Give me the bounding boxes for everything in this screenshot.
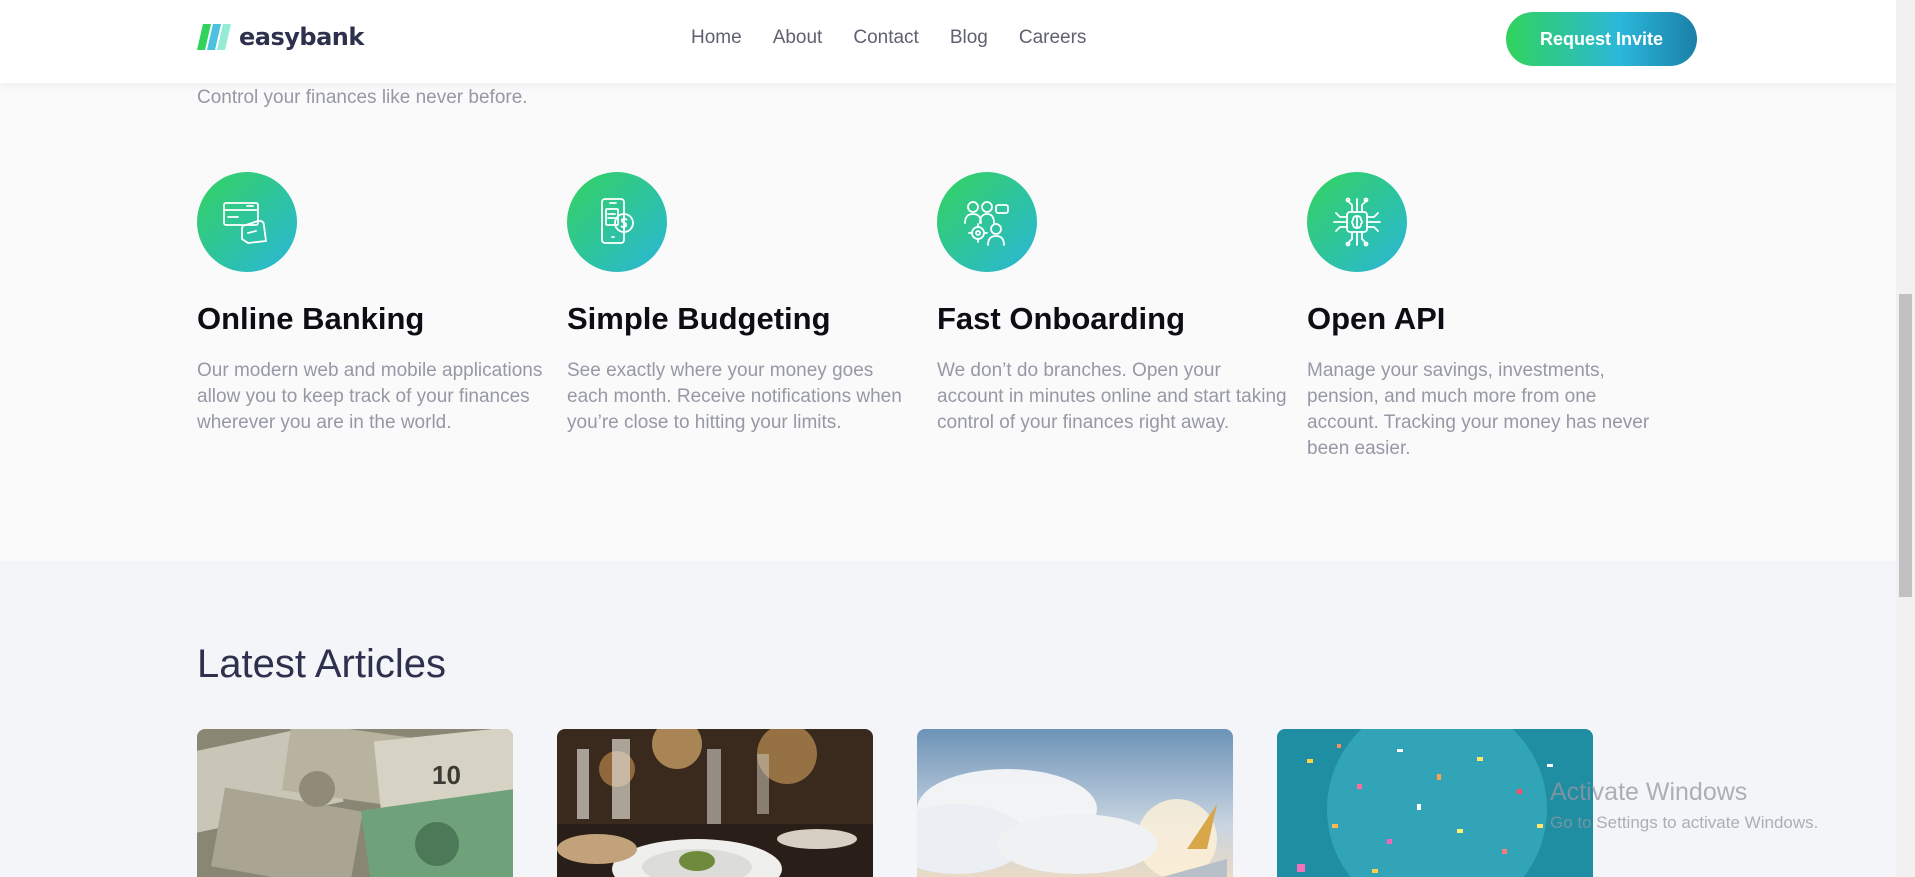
feature-title: Simple Budgeting [567,301,831,336]
page-viewport: easybank Home About Contact Blog Careers… [0,0,1896,877]
main-nav: Home About Contact Blog Careers [691,27,1117,49]
people-gear-icon [937,172,1037,272]
feature-online-banking: Online Banking Our modern web and mobile… [197,172,547,436]
feature-description: Manage your savings, investments, pensio… [1307,360,1650,459]
airplane-clouds-image [917,729,1233,877]
nav-contact[interactable]: Contact [853,27,918,49]
restaurant-dinner-image [557,729,873,877]
vertical-scrollbar[interactable] [1896,0,1915,877]
watermark-title: Activate Windows [1550,778,1748,806]
circuit-chip-icon [1307,172,1407,272]
nav-about[interactable]: About [773,27,823,49]
article-card[interactable]: 10 [197,729,513,877]
currency-notes-image: 10 [197,729,513,877]
watermark-subtitle: Go to Settings to activate Windows. [1550,813,1819,832]
easybank-logo[interactable]: easybank [197,23,364,51]
phone-dollar-icon [567,172,667,272]
request-invite-button[interactable]: Request Invite [1506,12,1697,66]
feature-simple-budgeting: Simple Budgeting See exactly where your … [567,172,917,436]
feature-title: Open API [1307,301,1446,336]
feature-fast-onboarding: Fast Onboarding We don’t do branches. Op… [937,172,1287,436]
feature-description: We don’t do branches. Open your account … [937,360,1287,433]
article-card[interactable] [557,729,873,877]
nav-home[interactable]: Home [691,27,742,49]
articles-heading: Latest Articles [197,642,447,686]
feature-title: Fast Onboarding [937,301,1185,336]
windows-activation-watermark: Activate Windows Go to Settings to activ… [1550,778,1818,833]
article-card[interactable] [917,729,1233,877]
scrollbar-thumb[interactable] [1899,294,1912,597]
article-card[interactable] [1277,729,1593,877]
feature-title: Online Banking [197,301,425,336]
svg-text:10: 10 [432,760,461,790]
credit-card-hand-icon [197,172,297,272]
logo-stripes-icon [197,24,231,50]
site-header: easybank Home About Contact Blog Careers… [0,0,1896,83]
nav-blog[interactable]: Blog [950,27,988,49]
features-intro: Control your finances like never before. [197,87,528,108]
feature-description: Our modern web and mobile applications a… [197,360,543,433]
logo-text: easybank [239,23,364,51]
feature-description: See exactly where your money goes each m… [567,360,902,433]
nav-careers[interactable]: Careers [1019,27,1087,49]
confetti-image [1277,729,1593,877]
feature-open-api: Open API Manage your savings, investment… [1307,172,1657,462]
